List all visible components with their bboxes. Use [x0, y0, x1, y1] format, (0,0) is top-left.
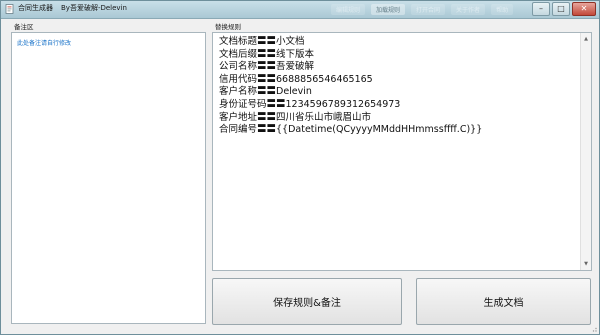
background-tabs: 编辑规则 加载规则 打开合同 关于作者 帮助: [331, 4, 514, 15]
notes-textarea[interactable]: 此处备注请自行修改: [11, 32, 206, 324]
title-bar[interactable]: 合同生成器 By吾爱破解-Delevin 编辑规则 加载规则 打开合同 关于作者 …: [1, 1, 599, 19]
rule-line: 合同编号〓〓{{Datetime(QCyyyyMMddHHmmssffff.C)…: [219, 124, 483, 136]
maximize-icon[interactable]: □: [552, 2, 570, 16]
document-icon: [5, 4, 14, 14]
generate-document-button[interactable]: 生成文档: [416, 278, 591, 325]
resize-grip-icon[interactable]: [589, 324, 597, 332]
rule-line: 客户名称〓〓Delevin: [219, 86, 312, 98]
bg-tab-open-contract: 打开合同: [411, 4, 446, 15]
rules-scrollbar[interactable]: ▲ ▼: [580, 33, 591, 270]
rules-textarea[interactable]: 文档标题〓〓小文档 文档后缀〓〓线下版本 公司名称〓〓吾爱破解 信用代码〓〓66…: [212, 32, 592, 271]
rule-line: 文档标题〓〓小文档: [219, 36, 305, 47]
close-icon[interactable]: ✕: [572, 2, 596, 16]
rule-line: 身份证号码〓〓1234596789312654973: [219, 98, 401, 110]
minimize-icon[interactable]: –: [532, 2, 550, 16]
rules-text: 文档标题〓〓小文档 文档后缀〓〓线下版本 公司名称〓〓吾爱破解 信用代码〓〓66…: [219, 36, 482, 137]
bg-tab-edit-rules: 编辑规则: [331, 4, 366, 15]
scroll-up-icon[interactable]: ▲: [582, 35, 590, 43]
rule-line: 客户地址〓〓四川省乐山市峨眉山市: [219, 111, 372, 123]
rules-label: 替换规则: [215, 23, 241, 31]
rule-line: 文档后缀〓〓线下版本: [219, 48, 315, 60]
rule-line: 信用代码〓〓6688856546465165: [219, 73, 373, 85]
window-controls: – □ ✕: [532, 2, 596, 16]
bg-tab-help: 帮助: [491, 4, 514, 15]
notes-text: 此处备注请自行修改: [17, 40, 72, 47]
notes-label: 备注区: [14, 23, 34, 31]
bg-tab-about: 关于作者: [451, 4, 486, 15]
window-title: 合同生成器 By吾爱破解-Delevin: [18, 3, 127, 13]
save-rules-button[interactable]: 保存规则&备注: [212, 278, 402, 325]
main-window: 合同生成器 By吾爱破解-Delevin 编辑规则 加载规则 打开合同 关于作者 …: [0, 0, 600, 335]
app-author: By吾爱破解-Delevin: [61, 4, 127, 12]
scroll-down-icon[interactable]: ▼: [582, 260, 590, 268]
bg-tab-load-rules: 加载规则: [371, 4, 406, 15]
app-title: 合同生成器: [18, 4, 53, 12]
rule-line: 公司名称〓〓吾爱破解: [219, 61, 315, 73]
